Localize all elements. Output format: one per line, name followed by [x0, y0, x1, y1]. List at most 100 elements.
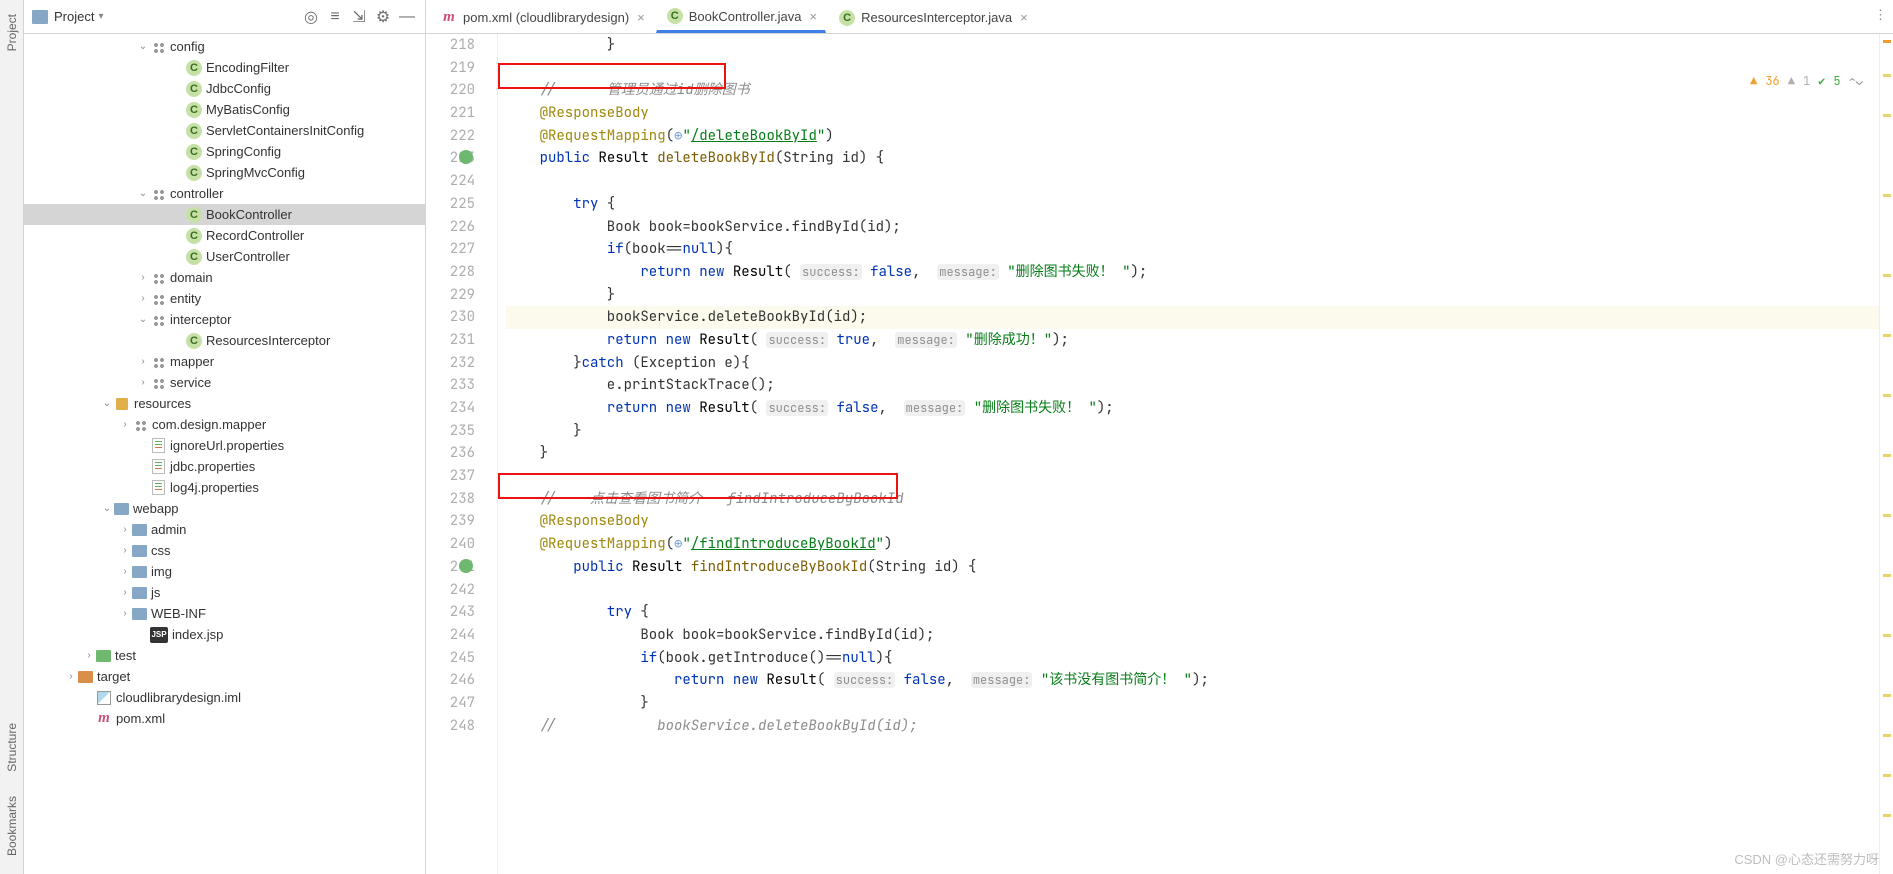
twisty-icon[interactable]: ›	[64, 671, 78, 682]
twisty-icon[interactable]: ›	[136, 377, 150, 388]
line-number[interactable]: 230	[426, 306, 475, 329]
line-number[interactable]: 226	[426, 216, 475, 239]
line-number[interactable]: 224	[426, 170, 475, 193]
code-line[interactable]: e.printStackTrace();	[506, 374, 1879, 397]
gear-icon[interactable]: ⚙	[371, 5, 395, 29]
code-line[interactable]: // 点击查看图书简介 findIntroduceByBookId	[506, 488, 1879, 511]
gutter-run-icon[interactable]	[459, 559, 473, 573]
tree-item[interactable]: cloudlibrarydesign.iml	[24, 687, 425, 708]
line-number[interactable]: 241	[426, 556, 475, 579]
twisty-icon[interactable]: ⌄	[100, 398, 114, 409]
line-number[interactable]: 239	[426, 510, 475, 533]
code-line[interactable]: public Result deleteBookById(String id) …	[506, 147, 1879, 170]
line-number[interactable]: 246	[426, 669, 475, 692]
line-number[interactable]: 237	[426, 465, 475, 488]
code-line[interactable]: try {	[506, 193, 1879, 216]
tree-item[interactable]: ›domain	[24, 267, 425, 288]
tree-item[interactable]: ›mapper	[24, 351, 425, 372]
line-number[interactable]: 223	[426, 147, 475, 170]
twisty-icon[interactable]: ›	[118, 587, 132, 598]
line-number[interactable]: 222	[426, 125, 475, 148]
code-line[interactable]: @ResponseBody	[506, 102, 1879, 125]
line-number[interactable]: 227	[426, 238, 475, 261]
editor-tab[interactable]: CBookController.java×	[656, 1, 826, 33]
tree-item[interactable]: CSpringConfig	[24, 141, 425, 162]
code-line[interactable]: return new Result( success: false, messa…	[506, 669, 1879, 692]
twisty-icon[interactable]: ›	[136, 272, 150, 283]
code-line[interactable]: @RequestMapping(⊕"/findIntroduceByBookId…	[506, 533, 1879, 556]
error-stripe-mark[interactable]	[1883, 814, 1891, 817]
error-stripe-mark[interactable]	[1883, 774, 1891, 777]
tree-item[interactable]: ⌄resources	[24, 393, 425, 414]
code-line[interactable]: // bookService.deleteBookById(id);	[506, 715, 1879, 738]
line-number[interactable]: 225	[426, 193, 475, 216]
project-panel-title[interactable]: Project	[54, 9, 94, 24]
tree-item[interactable]: CSpringMvcConfig	[24, 162, 425, 183]
line-number[interactable]: 235	[426, 420, 475, 443]
code-line[interactable]	[506, 57, 1879, 80]
tree-item[interactable]: CRecordController	[24, 225, 425, 246]
line-number[interactable]: 221	[426, 102, 475, 125]
tabbar-more-icon[interactable]: ⋮	[1874, 7, 1887, 23]
tree-item[interactable]: ⌄config	[24, 36, 425, 57]
tree-item[interactable]: JSPindex.jsp	[24, 624, 425, 645]
tree-item[interactable]: CMyBatisConfig	[24, 99, 425, 120]
line-number[interactable]: 236	[426, 442, 475, 465]
tree-item[interactable]: ⌄webapp	[24, 498, 425, 519]
code-line[interactable]: }	[506, 420, 1879, 443]
error-stripe-mark[interactable]	[1883, 114, 1891, 117]
tree-item[interactable]: CUserController	[24, 246, 425, 267]
hide-icon[interactable]: —	[395, 5, 419, 29]
line-number[interactable]: 244	[426, 624, 475, 647]
tree-item[interactable]: ›entity	[24, 288, 425, 309]
line-number[interactable]: 240	[426, 533, 475, 556]
code-line[interactable]: }	[506, 692, 1879, 715]
close-icon[interactable]: ×	[1020, 10, 1028, 25]
twisty-icon[interactable]: ›	[118, 566, 132, 577]
code-line[interactable]: try {	[506, 601, 1879, 624]
twisty-icon[interactable]: ›	[118, 524, 132, 535]
error-stripe-mark[interactable]	[1883, 274, 1891, 277]
tree-item[interactable]: ›test	[24, 645, 425, 666]
tree-item[interactable]: ›js	[24, 582, 425, 603]
gutter-run-icon[interactable]	[459, 150, 473, 164]
line-number[interactable]: 242	[426, 579, 475, 602]
error-stripe-mark[interactable]	[1883, 634, 1891, 637]
line-number[interactable]: 232	[426, 352, 475, 375]
rail-bookmarks[interactable]: Bookmarks	[5, 796, 19, 856]
line-number[interactable]: 229	[426, 284, 475, 307]
code-line[interactable]	[506, 170, 1879, 193]
code-line[interactable]: }	[506, 442, 1879, 465]
error-stripe-mark[interactable]	[1883, 394, 1891, 397]
tree-item[interactable]: CJdbcConfig	[24, 78, 425, 99]
tree-item[interactable]: ›service	[24, 372, 425, 393]
code-line[interactable]: public Result findIntroduceByBookId(Stri…	[506, 556, 1879, 579]
line-number[interactable]: 218	[426, 34, 475, 57]
tree-item[interactable]: CBookController	[24, 204, 425, 225]
code-line[interactable]	[506, 579, 1879, 602]
tree-item[interactable]: jdbc.properties	[24, 456, 425, 477]
tree-item[interactable]: ⌄controller	[24, 183, 425, 204]
line-number[interactable]: 228	[426, 261, 475, 284]
tree-item[interactable]: ›com.design.mapper	[24, 414, 425, 435]
twisty-icon[interactable]: ›	[136, 356, 150, 367]
code-line[interactable]: }	[506, 34, 1879, 57]
error-stripe-mark[interactable]	[1883, 454, 1891, 457]
twisty-icon[interactable]: ›	[118, 608, 132, 619]
tree-item[interactable]: ⌄interceptor	[24, 309, 425, 330]
collapse-all-icon[interactable]: ⇲	[347, 5, 371, 29]
code-line[interactable]: }	[506, 284, 1879, 307]
error-stripe-mark[interactable]	[1883, 334, 1891, 337]
tree-item[interactable]: log4j.properties	[24, 477, 425, 498]
inspection-status[interactable]: ▲36 ▲1 ✔5 ⌃⌄	[1750, 70, 1863, 93]
expand-all-icon[interactable]: ≡	[323, 5, 347, 29]
error-stripe-mark[interactable]	[1883, 194, 1891, 197]
code-line[interactable]: }catch (Exception e){	[506, 352, 1879, 375]
project-tree[interactable]: ⌄configCEncodingFilterCJdbcConfigCMyBati…	[24, 34, 425, 874]
line-number[interactable]: 248	[426, 715, 475, 738]
code-line[interactable]	[506, 465, 1879, 488]
error-stripe-mark[interactable]	[1883, 694, 1891, 697]
rail-structure[interactable]: Structure	[5, 723, 19, 772]
chevron-up-down-icon[interactable]: ⌃⌄	[1849, 70, 1863, 93]
code-line[interactable]: if(book.getIntroduce()==null){	[506, 647, 1879, 670]
